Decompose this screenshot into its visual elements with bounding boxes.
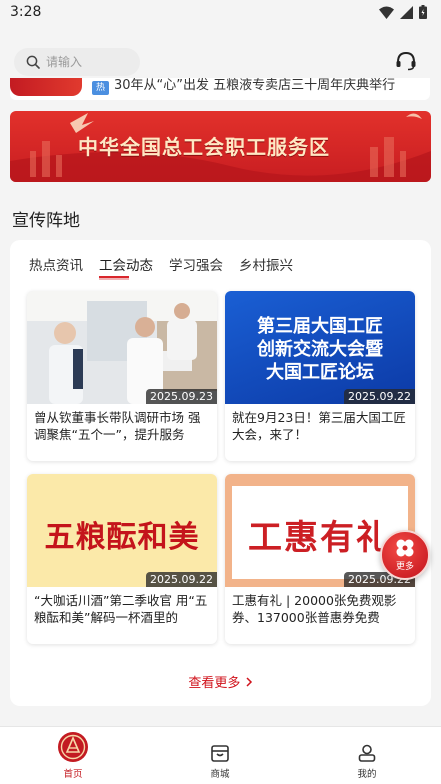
tab-hot-news[interactable]: 热点资讯 (29, 254, 83, 280)
tab-rural[interactable]: 乡村振兴 (239, 254, 293, 280)
chevron-right-icon (246, 677, 252, 687)
tabbar-label: 商城 (210, 769, 230, 780)
content-card: 热点资讯 工会动态 学习强会 乡村振兴 2025.09.23 曾从钦董事长带队调… (10, 240, 431, 706)
header (0, 42, 441, 82)
tab-union-news[interactable]: 工会动态 (99, 254, 153, 280)
news-ticker[interactable]: 热 30年从“心”出发 五粮液专卖店三十周年庆典举行 (10, 78, 430, 100)
news-ticker-thumbnail (10, 78, 82, 96)
grid-flower-icon (396, 539, 414, 557)
floating-more-label: 更多 (395, 562, 414, 572)
article-card[interactable]: 2025.09.23 曾从钦董事长带队调研市场 强调聚焦“五个一”，提升服务 (27, 291, 217, 461)
profile-icon (358, 744, 376, 762)
article-card[interactable]: 五粮酝和美 2025.09.22 “大咖话川酒”第二季收官 用“五粮酝和美”解码… (27, 474, 217, 644)
article-date: 2025.09.22 (344, 389, 415, 404)
article-caption: 曾从钦董事长带队调研市场 强调聚焦“五个一”，提升服务 (34, 410, 201, 442)
status-bar: 3:28 (0, 0, 441, 26)
promo-banner[interactable]: 中华全国总工会职工服务区 (10, 111, 431, 182)
article-image: 第三届大国工匠 创新交流大会暨 大国工匠论坛 2025.09.22 (225, 291, 415, 404)
article-image-text: 五粮酝和美 (44, 520, 200, 555)
search-icon (26, 55, 40, 69)
battery-icon (419, 5, 427, 19)
article-date: 2025.09.22 (146, 572, 217, 587)
article-caption: “大咖话川酒”第二季收官 用“五粮酝和美”解码一杯酒里的 (34, 593, 208, 625)
status-time: 3:28 (10, 4, 42, 20)
view-more-label: 查看更多 (188, 676, 241, 691)
hot-tag: 热 (92, 81, 109, 95)
bottom-tab-bar: 首页 商城 我的 (0, 726, 441, 784)
customer-service-button[interactable] (395, 51, 417, 75)
tabbar-item-home[interactable]: 首页 (33, 732, 113, 780)
status-icons (379, 5, 427, 19)
tabbar-label: 我的 (357, 769, 377, 780)
banner-title: 中华全国总工会职工服务区 (78, 135, 330, 159)
article-image-text-line: 大国工匠论坛 (266, 362, 374, 383)
article-date: 2025.09.23 (146, 389, 217, 404)
floating-more-button[interactable]: 更多 (380, 530, 430, 580)
article-image-text-line: 创新交流大会暨 (257, 339, 383, 360)
article-card[interactable]: 第三届大国工匠 创新交流大会暨 大国工匠论坛 2025.09.22 就在9月23… (225, 291, 415, 461)
photo-illustration (27, 291, 217, 404)
headset-icon (396, 51, 416, 71)
tabbar-item-profile[interactable]: 我的 (327, 733, 407, 780)
tab-study[interactable]: 学习强会 (169, 254, 223, 280)
article-image-text-line: 第三届大国工匠 (257, 316, 383, 337)
signal-icon (400, 5, 413, 19)
wifi-icon (379, 6, 394, 19)
news-ticker-text: 30年从“心”出发 五粮液专卖店三十周年庆典举行 (114, 78, 396, 93)
article-caption: 工惠有礼 | 20000张免费观影券、137000张普惠券免费 (232, 593, 397, 625)
home-emblem-icon (58, 732, 88, 762)
tabbar-label: 首页 (63, 769, 83, 780)
tabbar-item-store[interactable]: 商城 (180, 733, 260, 780)
article-caption: 就在9月23日！第三届大国工匠大会，来了！ (232, 410, 406, 442)
article-image: 2025.09.23 (27, 291, 217, 404)
category-tabs: 热点资讯 工会动态 学习强会 乡村振兴 (29, 254, 309, 280)
view-more-link[interactable]: 查看更多 (10, 672, 431, 691)
store-icon (211, 745, 229, 762)
section-title: 宣传阵地 (12, 211, 80, 231)
search-box[interactable] (14, 48, 140, 76)
search-input[interactable] (46, 55, 126, 69)
article-image: 五粮酝和美 2025.09.22 (27, 474, 217, 587)
